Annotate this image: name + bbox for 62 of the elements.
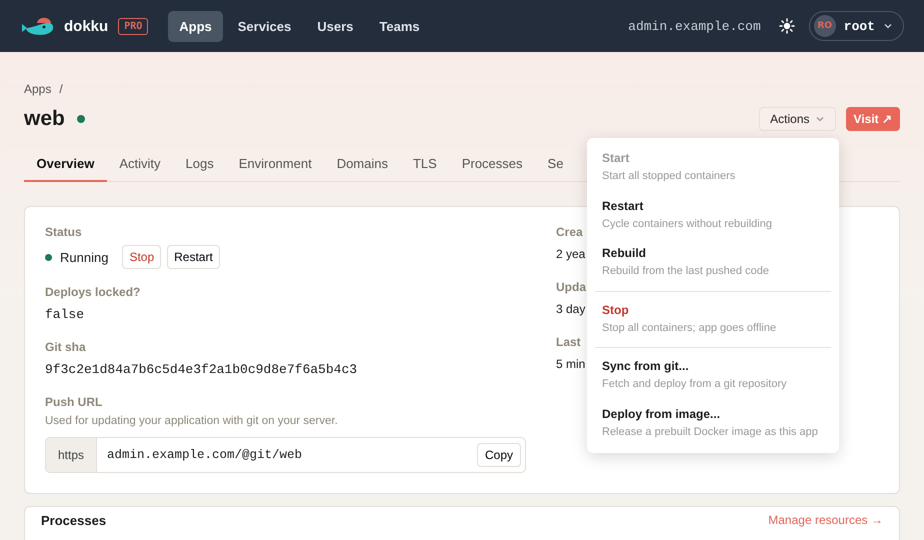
field-label: Upda — [556, 280, 584, 294]
tab[interactable]: Activity — [106, 148, 173, 182]
menu-item[interactable]: Stop Stop all containers; app goes offline — [587, 296, 839, 343]
menu-item[interactable]: Sync from git... Fetch and deploy from a git repository — [587, 352, 839, 400]
chevron-down-icon — [814, 114, 825, 124]
field-value: 9f3c2e1d84a7b6c5d4e3f2a1b0c9d8e7f6a5b4c3 — [45, 362, 358, 377]
stop-button[interactable]: Stop — [122, 245, 162, 269]
push-url-field[interactable]: https admin.example.com/@git/web Copy — [45, 437, 526, 473]
url-prefix: https — [46, 438, 98, 472]
copy-button[interactable]: Copy — [476, 443, 521, 467]
menu-item-title: Deploy from image... — [602, 406, 722, 420]
menu-item-title: Restart — [602, 198, 644, 212]
field-value: false — [45, 307, 86, 322]
actions-button[interactable]: Actions — [759, 107, 836, 131]
menu-item-description: Rebuild from the last pushed code — [602, 264, 770, 279]
tab[interactable]: Logs — [173, 148, 226, 182]
menu-item-description: Start all stopped containers — [602, 169, 736, 184]
restart-button[interactable]: Restart — [167, 245, 220, 269]
menu-item-description: Fetch and deploy from a git repository — [602, 377, 788, 392]
tab[interactable]: Se — [535, 148, 576, 182]
nav-link[interactable]: Users — [306, 10, 364, 42]
tab[interactable]: TLS — [400, 148, 450, 182]
host-name: admin.example.com — [628, 18, 761, 34]
brand-name: dokku — [64, 18, 108, 34]
breadcrumb-separator: / — [59, 82, 63, 96]
pro-badge: PRO — [118, 18, 148, 34]
user-menu[interactable]: RO root — [808, 11, 904, 41]
menu-item-title: Start — [602, 151, 630, 165]
field-label: Deploys locked? — [45, 285, 142, 299]
field-label: Git sha — [45, 340, 87, 354]
tab[interactable]: Environment — [226, 148, 324, 182]
menu-item[interactable]: Restart Cycle containers without rebuilding — [587, 192, 839, 239]
menu-item-title: Rebuild — [602, 246, 647, 260]
menu-item-description: Release a prebuilt Docker image as this app — [602, 424, 819, 440]
field-label: Status — [45, 225, 83, 239]
breadcrumb-link[interactable]: Apps — [24, 82, 52, 96]
card-title: Processes — [41, 513, 106, 530]
field-label: Push URL — [45, 395, 104, 409]
field-value: 5 min — [556, 357, 584, 371]
field-value: 2 yea — [556, 247, 584, 261]
nav-link[interactable]: Teams — [368, 10, 431, 42]
chevron-down-icon — [883, 21, 893, 31]
menu-item-title: Stop — [602, 302, 630, 316]
field-value: 3 day — [556, 302, 584, 316]
nav-link[interactable]: Apps — [168, 10, 223, 42]
tab[interactable]: Domains — [324, 148, 400, 182]
menu-item[interactable]: Deploy from image... Release a prebuilt Docker image as this app — [587, 400, 839, 447]
url-value: admin.example.com/@git/web — [106, 448, 304, 462]
field-label: Last — [556, 335, 582, 349]
menu-item-description: Cycle containers without rebuilding — [602, 216, 773, 232]
menu-item[interactable]: Rebuild Rebuild from the last pushed code — [587, 239, 839, 286]
tab[interactable]: Processes — [449, 148, 536, 182]
tab[interactable]: Overview — [24, 148, 107, 182]
theme-toggle-icon[interactable] — [778, 18, 795, 34]
status-value: Running — [60, 250, 108, 264]
menu-item-description: Stop all containers; app goes offline — [602, 320, 778, 336]
help-text: Used for updating your application with git on your server. — [45, 415, 339, 427]
menu-item-title: Sync from git... — [602, 359, 690, 373]
avatar: RO — [814, 15, 836, 37]
app-title: web — [24, 107, 65, 131]
field-label: Crea — [556, 225, 584, 239]
nav-link[interactable]: Services — [226, 10, 302, 42]
